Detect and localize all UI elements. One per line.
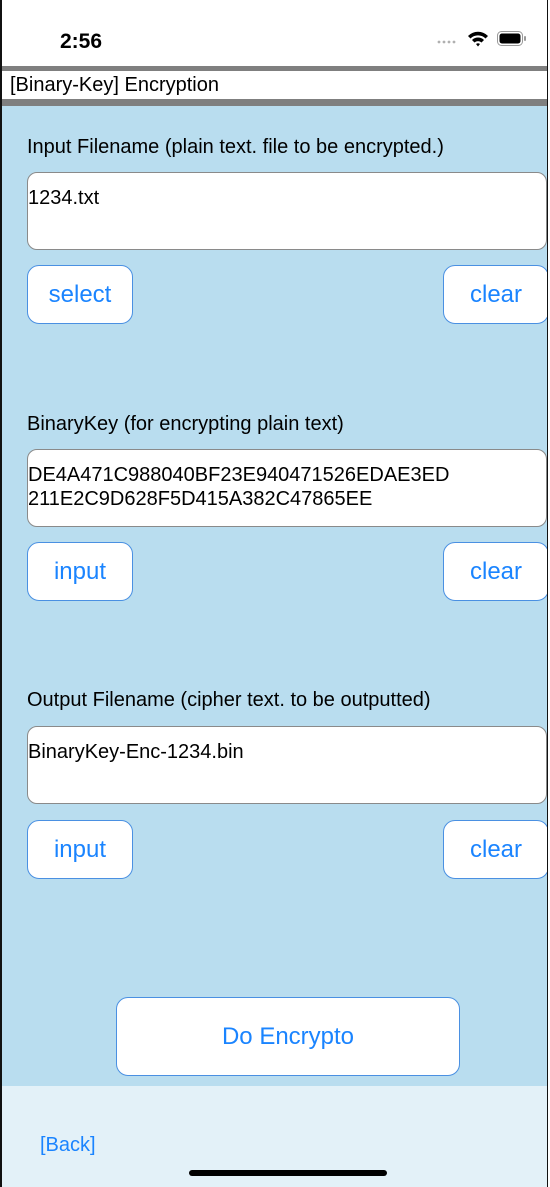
clear-output-button[interactable]: clear xyxy=(443,820,547,879)
output-filename-label: Output Filename (cipher text. to be outp… xyxy=(27,689,431,711)
page-title: [Binary-Key] Encryption xyxy=(10,74,219,96)
input-output-button[interactable]: input xyxy=(27,820,133,879)
clear-input-button[interactable]: clear xyxy=(443,265,547,324)
input-key-button[interactable]: input xyxy=(27,542,133,601)
clear-key-button[interactable]: clear xyxy=(443,542,547,601)
binary-key-value-line1: DE4A471C988040BF23E940471526EDAE3ED xyxy=(28,464,450,486)
binary-key-label: BinaryKey (for encrypting plain text) xyxy=(27,413,344,435)
app-window: 2:56 [Binary-Key] Encryption Input Filen… xyxy=(0,0,548,1187)
input-filename-field[interactable]: 1234.txt xyxy=(27,172,547,250)
header-separator-bottom xyxy=(2,99,547,106)
back-link[interactable]: [Back] xyxy=(40,1134,96,1157)
output-filename-field[interactable]: BinaryKey-Enc-1234.bin xyxy=(27,726,547,804)
binary-key-field[interactable]: DE4A471C988040BF23E940471526EDAE3ED 211E… xyxy=(27,449,547,527)
status-bar: 2:56 xyxy=(2,0,547,66)
status-icons xyxy=(437,30,527,52)
battery-icon xyxy=(497,31,527,51)
input-filename-label: Input Filename (plain text. file to be e… xyxy=(27,136,444,158)
home-indicator xyxy=(189,1170,387,1176)
title-bar: [Binary-Key] Encryption xyxy=(2,71,547,99)
signal-icon xyxy=(437,32,459,50)
select-input-button[interactable]: select xyxy=(27,265,133,324)
binary-key-value-line2: 211E2C9D628F5D415A382C47865EE xyxy=(28,488,373,510)
status-time: 2:56 xyxy=(60,30,103,53)
input-filename-value: 1234.txt xyxy=(28,187,100,209)
output-filename-value: BinaryKey-Enc-1234.bin xyxy=(28,741,244,763)
do-encrypto-button[interactable]: Do Encrypto xyxy=(116,997,460,1076)
wifi-icon xyxy=(467,30,489,52)
